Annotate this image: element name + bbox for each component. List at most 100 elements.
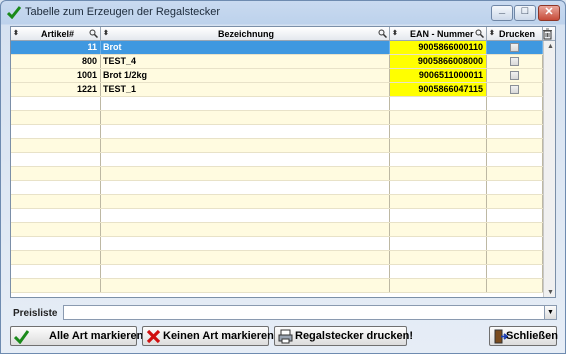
cell-drucken[interactable]: [487, 83, 543, 96]
cell-ean[interactable]: [390, 181, 487, 194]
drucken-checkbox[interactable]: [510, 43, 519, 52]
cell-ean[interactable]: [390, 139, 487, 152]
empty-row[interactable]: [11, 251, 543, 265]
cell-artikel[interactable]: [11, 181, 101, 194]
cell-drucken[interactable]: [487, 111, 543, 124]
cell-drucken[interactable]: [487, 41, 543, 54]
cell-artikel[interactable]: [11, 97, 101, 110]
cell-artikel[interactable]: [11, 209, 101, 222]
cell-bezeichnung[interactable]: [101, 251, 390, 264]
search-icon[interactable]: [378, 29, 387, 38]
cell-ean[interactable]: [390, 237, 487, 250]
empty-row[interactable]: [11, 153, 543, 167]
regalstecker-drucken-button[interactable]: Regalstecker drucken!: [274, 326, 413, 346]
cell-ean[interactable]: [390, 97, 487, 110]
preisliste-select[interactable]: ▼: [63, 305, 557, 320]
cell-bezeichnung[interactable]: [101, 111, 390, 124]
search-icon[interactable]: [475, 29, 484, 38]
cell-ean[interactable]: 9005866000110: [390, 41, 487, 54]
cell-drucken[interactable]: [487, 55, 543, 68]
empty-row[interactable]: [11, 237, 543, 251]
cell-ean[interactable]: [390, 167, 487, 180]
cell-drucken[interactable]: [487, 153, 543, 166]
scroll-down-icon[interactable]: ▼: [545, 287, 555, 297]
cell-artikel[interactable]: [11, 279, 101, 292]
column-header-drucken[interactable]: ⬍ Drucken: [487, 27, 543, 41]
cell-bezeichnung[interactable]: [101, 139, 390, 152]
cell-drucken[interactable]: [487, 279, 543, 292]
cell-drucken[interactable]: [487, 125, 543, 138]
cell-artikel[interactable]: [11, 125, 101, 138]
cell-drucken[interactable]: [487, 209, 543, 222]
cell-ean[interactable]: [390, 209, 487, 222]
cell-ean[interactable]: [390, 153, 487, 166]
column-header-bezeichnung[interactable]: ⬍ Bezeichnung: [101, 27, 390, 41]
alle-markieren-button[interactable]: Alle Art markieren: [10, 326, 143, 346]
cell-bezeichnung[interactable]: [101, 209, 390, 222]
cell-bezeichnung[interactable]: TEST_4: [101, 55, 390, 68]
cell-artikel[interactable]: 800: [11, 55, 101, 68]
sort-icon[interactable]: ⬍: [392, 27, 398, 41]
cell-artikel[interactable]: 1221: [11, 83, 101, 96]
cell-bezeichnung[interactable]: [101, 237, 390, 250]
column-header-ean[interactable]: ⬍ EAN - Nummer: [390, 27, 487, 41]
cell-drucken[interactable]: [487, 251, 543, 264]
cell-drucken[interactable]: [487, 181, 543, 194]
cell-bezeichnung[interactable]: [101, 265, 390, 278]
scroll-up-icon[interactable]: ▲: [545, 41, 555, 52]
cell-drucken[interactable]: [487, 237, 543, 250]
cell-bezeichnung[interactable]: TEST_1: [101, 83, 390, 96]
table-row[interactable]: 1221 TEST_1 9005866047115: [11, 83, 543, 97]
schliessen-button[interactable]: Schließen: [489, 326, 558, 346]
cell-drucken[interactable]: [487, 69, 543, 82]
cell-artikel[interactable]: [11, 111, 101, 124]
cell-artikel[interactable]: [11, 265, 101, 278]
minimize-button[interactable]: _: [491, 3, 513, 21]
cell-artikel[interactable]: [11, 153, 101, 166]
cell-drucken[interactable]: [487, 139, 543, 152]
cell-ean[interactable]: [390, 125, 487, 138]
cell-ean[interactable]: 9005866008000: [390, 55, 487, 68]
drucken-checkbox[interactable]: [510, 85, 519, 94]
maximize-button[interactable]: □: [514, 5, 536, 21]
cell-bezeichnung[interactable]: [101, 223, 390, 236]
cell-artikel[interactable]: [11, 195, 101, 208]
cell-ean[interactable]: 9006511000011: [390, 69, 487, 82]
vertical-scrollbar[interactable]: ▲ ▼: [543, 41, 555, 297]
drucken-checkbox[interactable]: [510, 57, 519, 66]
cell-drucken[interactable]: [487, 265, 543, 278]
table-row[interactable]: 1001 Brot 1/2kg 9006511000011: [11, 69, 543, 83]
column-header-artikel[interactable]: ⬍ Artikel#: [11, 27, 101, 41]
empty-row[interactable]: [11, 97, 543, 111]
cell-drucken[interactable]: [487, 97, 543, 110]
cell-bezeichnung[interactable]: [101, 153, 390, 166]
empty-row[interactable]: [11, 265, 543, 279]
cell-artikel[interactable]: [11, 237, 101, 250]
cell-ean[interactable]: [390, 223, 487, 236]
cell-artikel[interactable]: [11, 223, 101, 236]
cell-artikel[interactable]: [11, 167, 101, 180]
cell-bezeichnung[interactable]: [101, 195, 390, 208]
cell-bezeichnung[interactable]: Brot: [101, 41, 390, 54]
keinen-markieren-button[interactable]: Keinen Art markieren: [142, 326, 274, 346]
cell-bezeichnung[interactable]: [101, 97, 390, 110]
search-icon[interactable]: [89, 29, 98, 38]
table-row[interactable]: 11 Brot 9005866000110: [11, 41, 543, 55]
cell-drucken[interactable]: [487, 223, 543, 236]
empty-row[interactable]: [11, 125, 543, 139]
cell-ean[interactable]: [390, 265, 487, 278]
cell-ean[interactable]: [390, 111, 487, 124]
cell-ean[interactable]: 9005866047115: [390, 83, 487, 96]
cell-bezeichnung[interactable]: [101, 279, 390, 292]
drucken-checkbox[interactable]: [510, 71, 519, 80]
chevron-down-icon[interactable]: ▼: [544, 306, 556, 319]
cell-bezeichnung[interactable]: [101, 125, 390, 138]
empty-row[interactable]: [11, 195, 543, 209]
table-row[interactable]: 800 TEST_4 9005866008000: [11, 55, 543, 69]
sort-icon[interactable]: ⬍: [103, 27, 109, 41]
cell-ean[interactable]: [390, 251, 487, 264]
cell-ean[interactable]: [390, 195, 487, 208]
sort-icon[interactable]: ⬍: [489, 27, 495, 41]
cell-artikel[interactable]: 11: [11, 41, 101, 54]
cell-drucken[interactable]: [487, 195, 543, 208]
